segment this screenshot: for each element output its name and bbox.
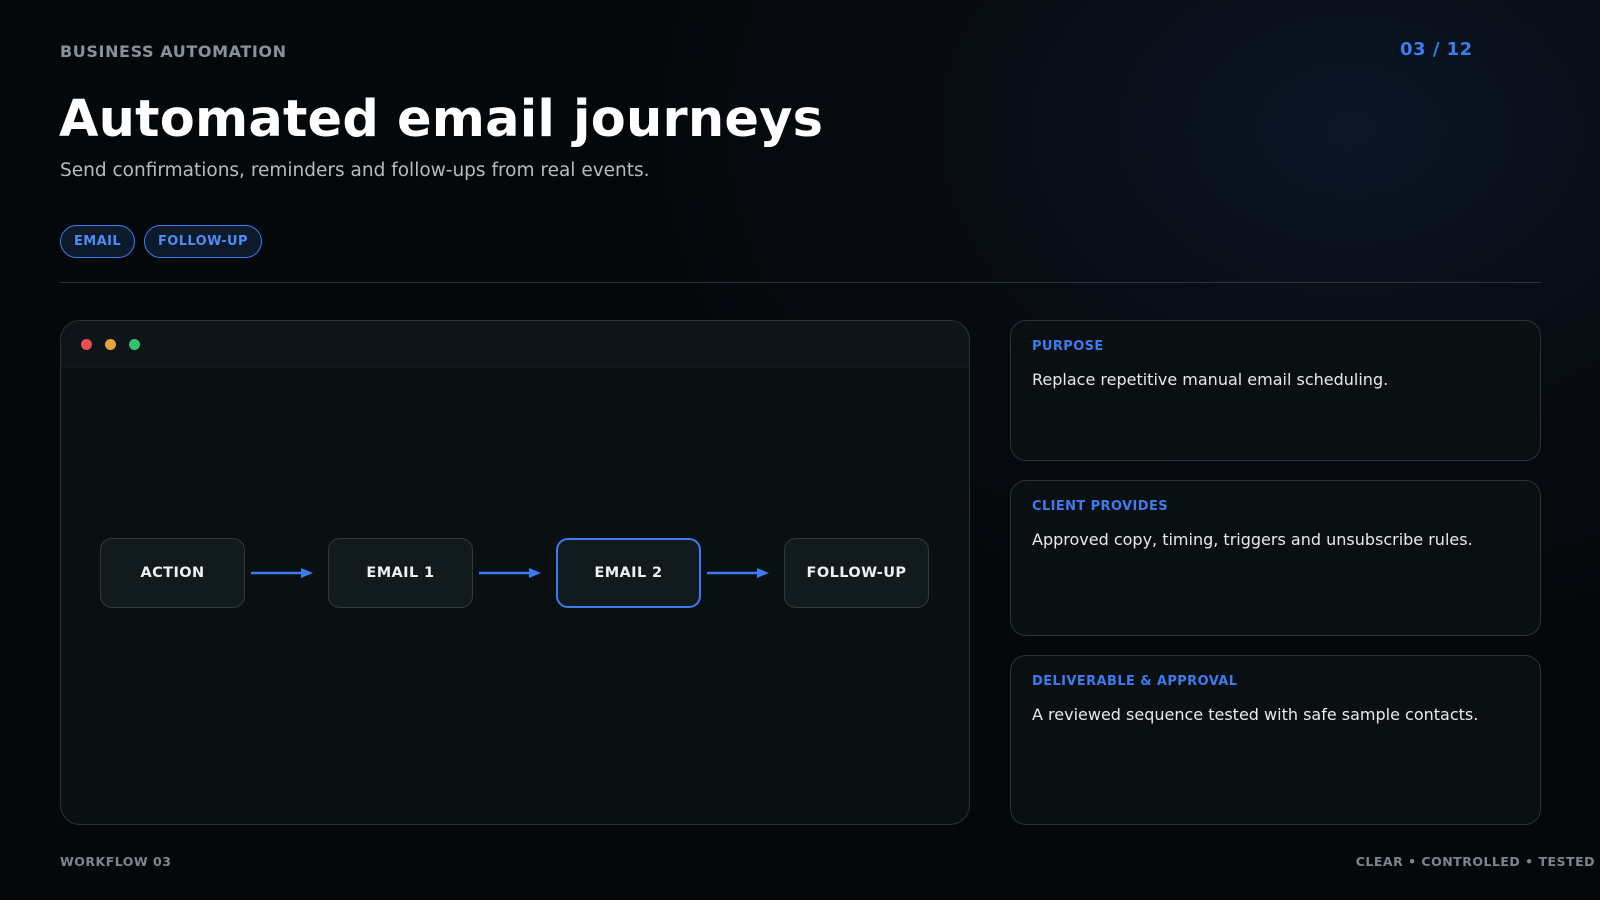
card-deliverable-approval: DELIVERABLE & APPROVAL A reviewed sequen… bbox=[1010, 655, 1541, 825]
tag-email: EMAIL bbox=[60, 225, 135, 258]
card-purpose: PURPOSE Replace repetitive manual email … bbox=[1010, 320, 1541, 461]
tag-follow-up: FOLLOW-UP bbox=[144, 225, 262, 258]
close-dot-icon bbox=[81, 339, 92, 350]
card-label: PURPOSE bbox=[1032, 339, 1104, 354]
page-subtitle: Send confirmations, reminders and follow… bbox=[60, 160, 650, 181]
workflow-window: ACTION EMAIL 1 EMAIL 2 FOLLOW-UP bbox=[60, 320, 970, 825]
header-divider bbox=[60, 282, 1541, 283]
minimize-dot-icon bbox=[105, 339, 116, 350]
section-eyebrow: BUSINESS AUTOMATION bbox=[60, 42, 287, 61]
workflow-node-email-2: EMAIL 2 bbox=[556, 538, 701, 608]
arrow-right-icon bbox=[707, 568, 769, 578]
workflow-node-follow-up: FOLLOW-UP bbox=[784, 538, 929, 608]
arrow-right-icon bbox=[251, 568, 313, 578]
window-title-bar bbox=[61, 321, 969, 368]
maximize-dot-icon bbox=[129, 339, 140, 350]
card-text: Approved copy, timing, triggers and unsu… bbox=[1032, 530, 1473, 549]
tag-list: EMAIL FOLLOW-UP bbox=[60, 225, 262, 258]
card-text: Replace repetitive manual email scheduli… bbox=[1032, 370, 1389, 389]
page-counter: 03 / 12 bbox=[1400, 39, 1473, 60]
card-client-provides: CLIENT PROVIDES Approved copy, timing, t… bbox=[1010, 480, 1541, 636]
footer-tagline: CLEAR • CONTROLLED • TESTED bbox=[1355, 854, 1595, 869]
page-title: Automated email journeys bbox=[59, 90, 824, 149]
card-label: DELIVERABLE & APPROVAL bbox=[1032, 674, 1238, 689]
workflow-node-action: ACTION bbox=[100, 538, 245, 608]
card-text: A reviewed sequence tested with safe sam… bbox=[1032, 705, 1479, 724]
workflow-node-email-1: EMAIL 1 bbox=[328, 538, 473, 608]
arrow-right-icon bbox=[479, 568, 541, 578]
card-label: CLIENT PROVIDES bbox=[1032, 499, 1168, 514]
footer-workflow-label: WORKFLOW 03 bbox=[60, 854, 172, 869]
